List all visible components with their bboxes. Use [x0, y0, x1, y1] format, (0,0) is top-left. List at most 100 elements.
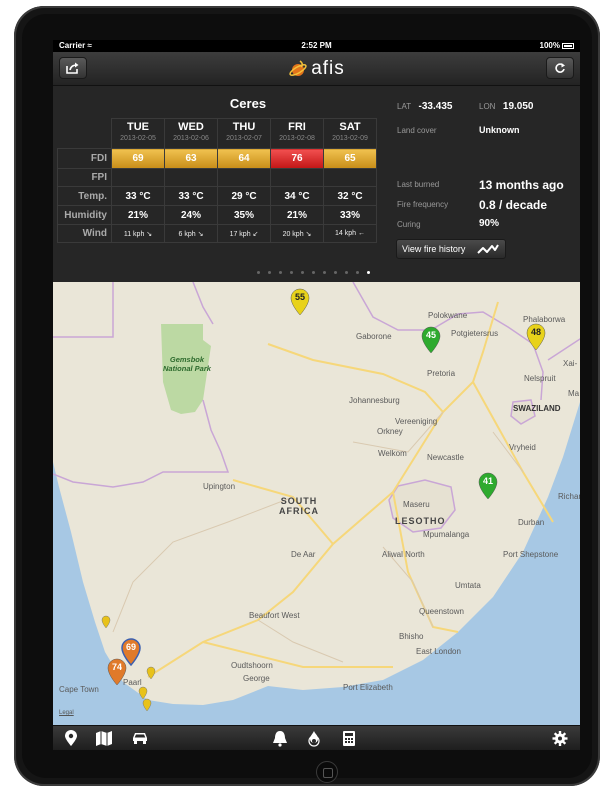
fire-frequency-value: 0.8 / decade [479, 198, 548, 212]
wind-cell: 6 kph ↘ [164, 224, 218, 243]
map-pin-icon[interactable] [62, 730, 80, 747]
last-burned-label: Last burned [397, 180, 440, 189]
row-label: Wind [57, 224, 112, 243]
page-dot[interactable] [334, 271, 337, 274]
battery-icon [562, 42, 574, 49]
fire-marker[interactable]: 41 [477, 472, 499, 500]
humidity-row: Humidity 21% 24% 35% 21% 33% [57, 205, 377, 225]
forecast-header-row: TUE 2013-02-05 WED 2013-02-06 THU 2013-02-0… [58, 118, 377, 149]
longitude-readout: LON 19.050 [479, 101, 534, 112]
fire-marker[interactable]: 55 [289, 288, 311, 316]
city-label: Beaufort West [249, 611, 300, 620]
city-label: Vereeniging [395, 417, 438, 426]
battery-indicator: 100% [540, 41, 574, 50]
day-column-header: SAT 2013-02-09 [323, 118, 377, 149]
fdi-cell[interactable]: 69 [111, 148, 165, 169]
row-label: FPI [57, 168, 112, 187]
location-title: Ceres [229, 96, 267, 111]
day-column-header: FRI 2013-02-08 [270, 118, 324, 149]
status-bar: Carrier ≈ 2:52 PM 100% [53, 40, 580, 52]
city-label: Aliwal North [382, 550, 425, 559]
city-label: Umtata [455, 581, 481, 590]
app-brand: afis [53, 58, 580, 80]
city-label: Maseru [403, 500, 430, 509]
fire-marker[interactable]: 48 [525, 323, 547, 351]
marker-value: 55 [294, 292, 305, 302]
fire-point-icon[interactable] [146, 666, 156, 680]
city-label: Nelspruit [524, 374, 556, 383]
history-button-label: View fire history [402, 244, 466, 254]
temperature-cell: 32 °C [323, 186, 377, 206]
humidity-cell: 21% [111, 205, 165, 225]
temperature-row: Temp. 33 °C 33 °C 29 °C 34 °C 32 °C [57, 186, 377, 206]
fdi-row: FDI 69 63 64 76 65 [57, 148, 377, 169]
temperature-cell: 29 °C [217, 186, 271, 206]
fpi-cell [270, 168, 324, 187]
fdi-cell[interactable]: 63 [164, 148, 218, 169]
city-label: De Aar [291, 550, 316, 559]
page-dot[interactable] [312, 271, 315, 274]
fpi-cell [164, 168, 218, 187]
gear-icon[interactable] [551, 730, 569, 747]
temperature-cell: 34 °C [270, 186, 324, 206]
day-column-header: TUE 2013-02-05 [111, 118, 165, 149]
home-button[interactable] [316, 761, 338, 783]
tab-bar [53, 725, 580, 750]
fdi-cell[interactable]: 64 [217, 148, 271, 169]
row-label: Humidity [57, 205, 112, 225]
page-dot[interactable] [290, 271, 293, 274]
page-dot[interactable] [279, 271, 282, 274]
fire-marker[interactable]: 45 [420, 326, 442, 354]
city-label: Richar [558, 492, 580, 501]
fire-marker[interactable]: 74 [106, 658, 128, 686]
wind-cell: 14 kph ← [323, 224, 377, 243]
city-label: Potgietersrus [451, 329, 499, 338]
fire-point-icon[interactable] [101, 615, 111, 629]
fire-badge-icon[interactable] [305, 730, 323, 747]
day-column-header: THU 2013-02-07 [217, 118, 271, 149]
fdi-cell[interactable]: 65 [323, 148, 377, 169]
row-label: Temp. [57, 186, 112, 206]
page-dot[interactable] [323, 271, 326, 274]
city-label: George [243, 674, 270, 683]
page-dot[interactable] [257, 271, 260, 274]
page-dot[interactable] [345, 271, 348, 274]
map-icon[interactable] [95, 730, 113, 747]
curing-label: Curing [397, 220, 421, 229]
fire-point-icon[interactable] [142, 698, 152, 712]
temperature-cell: 33 °C [111, 186, 165, 206]
car-icon[interactable] [131, 730, 149, 747]
city-label: Pretoria [427, 369, 456, 378]
map-view[interactable]: Polokwane Phalaborwa Gaborone Potgieters… [53, 282, 580, 725]
fpi-cell [323, 168, 377, 187]
view-fire-history-button[interactable]: View fire history [396, 239, 506, 259]
legal-link[interactable]: Legal [59, 710, 74, 716]
nav-bar: afis [53, 52, 580, 86]
city-label: Ma [568, 389, 580, 398]
humidity-cell: 35% [217, 205, 271, 225]
page-indicator[interactable] [249, 271, 389, 277]
calculator-icon[interactable] [340, 730, 358, 747]
fdi-cell[interactable]: 76 [270, 148, 324, 169]
page-dot[interactable] [268, 271, 271, 274]
trend-chart-icon [477, 244, 499, 254]
page-dot[interactable] [356, 271, 359, 274]
brand-name: afis [311, 58, 345, 79]
page-dot[interactable] [367, 271, 370, 274]
bell-icon[interactable] [271, 730, 289, 747]
refresh-button[interactable] [546, 57, 574, 79]
wind-cell: 20 kph ↘ [270, 224, 324, 243]
city-label: East London [416, 647, 461, 656]
wind-cell: 11 kph ↘ [111, 224, 165, 243]
fpi-row: FPI [57, 168, 377, 187]
page-dot[interactable] [301, 271, 304, 274]
status-time: 2:52 PM [301, 41, 332, 50]
last-burned-value: 13 months ago [479, 178, 564, 192]
humidity-cell: 24% [164, 205, 218, 225]
city-label: Oudtshoorn [231, 661, 273, 670]
forecast-table: TUE 2013-02-05 WED 2013-02-06 THU 2013-02-0… [57, 118, 377, 243]
curing-value: 90% [479, 218, 500, 229]
city-label: Port Shepstone [503, 550, 559, 559]
city-label: Newcastle [427, 453, 464, 462]
fire-frequency-label: Fire frequency [397, 200, 449, 209]
